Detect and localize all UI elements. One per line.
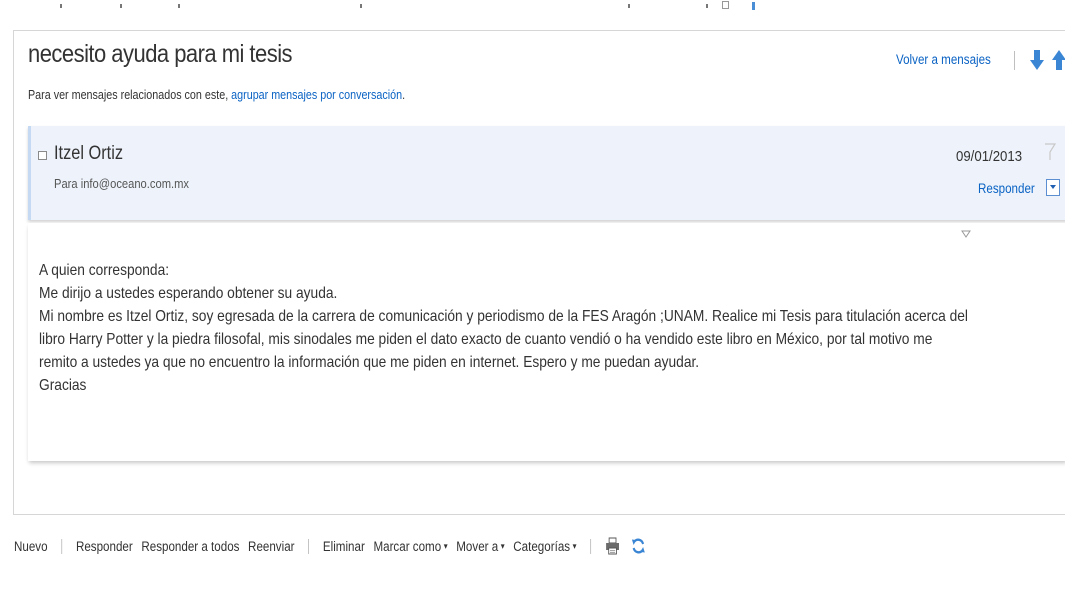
reply-button[interactable]: Responder	[76, 539, 133, 554]
toolbar-divider	[308, 538, 310, 554]
toolbar-divider	[590, 538, 592, 554]
up-arrow-icon[interactable]	[1052, 49, 1065, 71]
conversation-hint: Para ver mensajes relacionados con este,…	[28, 88, 405, 102]
chevron-down-icon: ▾	[443, 541, 448, 552]
delete-button[interactable]: Eliminar	[323, 539, 365, 554]
sender-name[interactable]: Itzel Ortiz	[54, 143, 123, 165]
chevron-down-icon: ▾	[572, 541, 577, 552]
forward-button[interactable]: Reenviar	[248, 539, 294, 554]
message-body: A quien corresponda: Me dirijo a ustedes…	[39, 259, 1028, 397]
mark-as-menu[interactable]: Marcar como ▾	[373, 539, 447, 554]
sync-icon[interactable]	[631, 537, 646, 555]
message-date: 09/01/2013	[956, 148, 1023, 165]
select-checkbox[interactable]	[38, 151, 47, 160]
body-line: Gracias	[39, 377, 87, 394]
body-line: remito a ustedes ya que no encuentro la …	[39, 354, 700, 371]
hint-suffix: .	[402, 88, 406, 102]
down-arrow-icon[interactable]	[1030, 49, 1044, 71]
message-subject: necesito ayuda para mi tesis	[28, 40, 293, 68]
top-strip	[0, 0, 1065, 12]
hint-text: Para ver mensajes relacionados con este,	[28, 88, 232, 102]
body-line: A quien corresponda:	[39, 262, 170, 279]
reply-all-button[interactable]: Responder a todos	[141, 539, 239, 554]
categories-menu[interactable]: Categorías ▾	[513, 539, 576, 554]
expand-header-icon[interactable]	[961, 230, 971, 238]
body-line: Mi nombre es Itzel Ortiz, soy egresada d…	[39, 308, 968, 325]
chevron-down-icon	[1050, 185, 1056, 189]
chevron-down-icon: ▾	[500, 541, 505, 552]
reply-dropdown-button[interactable]	[1046, 179, 1060, 196]
message-header	[28, 126, 1065, 220]
back-to-messages-link[interactable]: Volver a mensajes	[896, 52, 991, 67]
recipient-line: Para info@oceano.com.mx	[54, 176, 190, 191]
new-button[interactable]: Nuevo	[14, 539, 48, 554]
move-to-label: Mover a	[456, 538, 499, 554]
action-toolbar: Nuevo Responder Responder a todos Reenvi…	[14, 536, 657, 556]
mark-as-label: Marcar como	[373, 538, 442, 554]
move-to-menu[interactable]: Mover a ▾	[456, 539, 504, 554]
group-by-conversation-link[interactable]: agrupar mensajes por conversación	[231, 88, 402, 102]
toolbar-divider	[61, 538, 63, 554]
printer-icon[interactable]	[605, 537, 620, 555]
divider	[1014, 51, 1015, 70]
body-line: libro Harry Potter y la piedra filosofal…	[39, 331, 933, 348]
body-line: Me dirijo a ustedes esperando obtener su…	[39, 285, 338, 302]
categories-label: Categorías	[513, 538, 571, 554]
flag-icon[interactable]	[1043, 143, 1057, 161]
reply-link[interactable]: Responder	[978, 181, 1035, 196]
